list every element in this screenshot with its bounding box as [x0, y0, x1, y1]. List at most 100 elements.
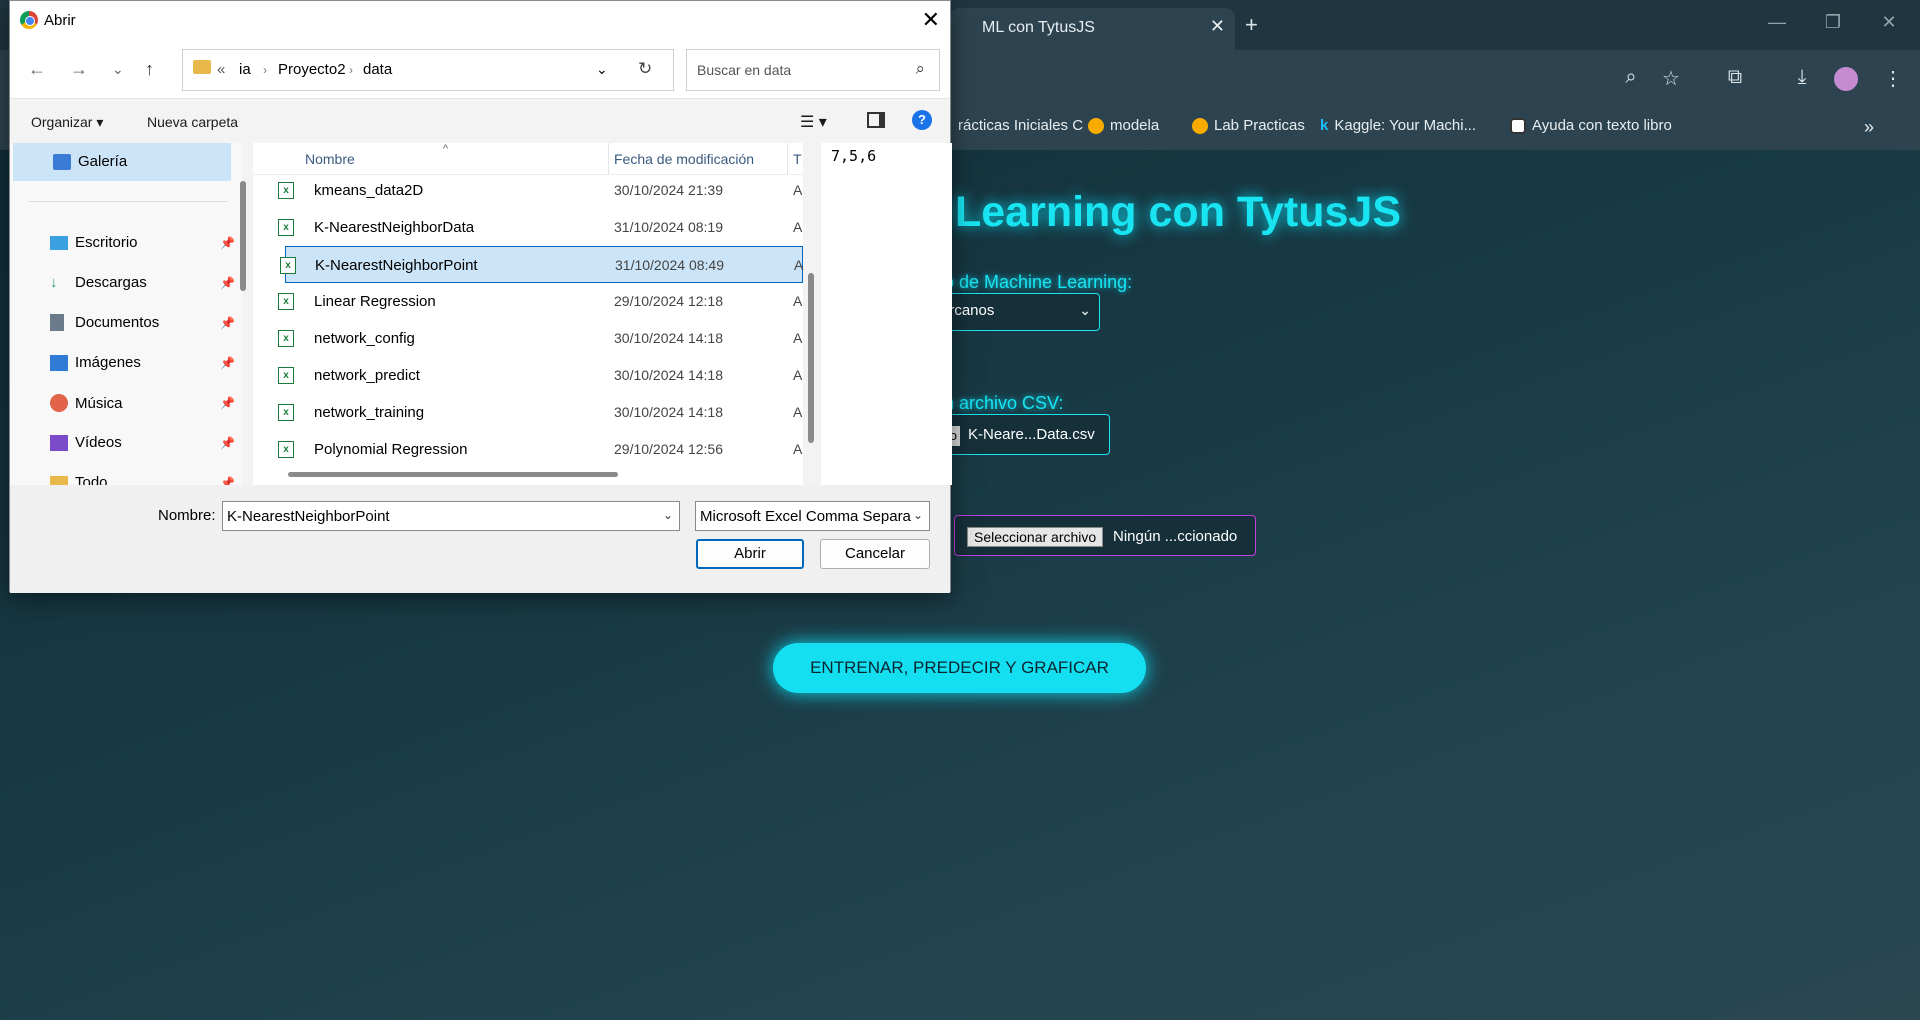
nav-scrollbar[interactable] — [240, 181, 246, 291]
file-row[interactable]: x network_predict 30/10/2024 14:18 A — [253, 357, 803, 394]
file-list: Nombre ^ Fecha de modificación T x kmeans… — [253, 143, 803, 485]
download-icon[interactable]: ⤓ — [1789, 66, 1815, 89]
tab-title: ML con TytusJS — [982, 19, 1095, 36]
file-row[interactable]: x Polynomial Regression 29/10/2024 12:56 A — [253, 431, 803, 468]
dialog-footer: Nombre: K-NearestNeighborPoint ⌄ Microso… — [10, 485, 950, 593]
avatar[interactable] — [1834, 67, 1858, 91]
bookmark-item[interactable]: modela — [1088, 117, 1159, 134]
excel-file-icon: x — [278, 404, 294, 421]
pin-icon[interactable]: 📌 — [220, 316, 235, 330]
csv-file-input[interactable]: o K-Neare...Data.csv — [935, 414, 1110, 455]
documents-icon — [50, 314, 64, 331]
algo-label: o de Machine Learning: — [944, 272, 1133, 292]
vertical-scrollbar[interactable] — [808, 273, 814, 443]
forward-icon[interactable]: → — [70, 59, 88, 80]
chevron-down-icon: ⌄ — [1079, 302, 1091, 318]
pin-icon[interactable]: 📌 — [220, 236, 235, 250]
file-row[interactable]: x K-NearestNeighborData 31/10/2024 08:19 A — [253, 209, 803, 246]
close-tab-icon[interactable]: ✕ — [1210, 16, 1225, 37]
more-bookmarks-icon[interactable]: » — [1864, 117, 1874, 138]
help-icon[interactable]: ? — [912, 110, 932, 130]
train-predict-plot-button[interactable]: ENTRENAR, PREDECIR Y GRAFICAR — [773, 643, 1146, 693]
chevron-right-icon: › — [263, 63, 267, 77]
chevron-down-icon[interactable]: ⌄ — [663, 508, 673, 522]
new-folder-button[interactable]: Nueva carpeta — [147, 114, 238, 130]
file-row[interactable]: x kmeans_data2D 30/10/2024 21:39 A — [253, 172, 803, 209]
chevron-down-icon[interactable]: ⌄ — [596, 61, 608, 78]
file-type-value: Microsoft Excel Comma Separa — [700, 508, 911, 525]
algorithm-select[interactable]: ercanos ⌄ — [930, 293, 1100, 331]
nav-item-gallery[interactable]: Galería — [53, 153, 238, 170]
column-type[interactable]: T — [793, 151, 802, 167]
preview-pane-icon[interactable] — [867, 112, 885, 128]
point-choose-button[interactable]: Seleccionar archivo — [967, 527, 1104, 547]
restore-icon[interactable]: ❐ — [1818, 12, 1848, 33]
csv-file-name: K-Neare...Data.csv — [968, 426, 1095, 443]
search-input[interactable]: Buscar en data ⌕ — [686, 49, 940, 91]
cancel-button[interactable]: Cancelar — [820, 539, 930, 569]
bookmark-item[interactable]: Ayuda con texto libro — [1510, 117, 1672, 134]
back-icon[interactable]: ← — [28, 59, 46, 80]
dialog-command-bar: Organizar ▾ Nueva carpeta ☰ ▾ ? — [10, 99, 950, 143]
horizontal-scrollbar[interactable] — [288, 472, 618, 477]
divider — [28, 201, 228, 202]
open-file-dialog: Abrir ✕ ← → ⌄ ↑ « ia › Proyecto2 › data … — [9, 0, 952, 593]
breadcrumb[interactable]: « ia › Proyecto2 › data ⌄ ↻ — [182, 49, 674, 91]
point-file-input[interactable]: Seleccionar archivo Ningún ...ccionado — [954, 515, 1256, 556]
file-name-input[interactable]: K-NearestNeighborPoint ⌄ — [222, 501, 680, 531]
bookmark-item[interactable]: rácticas Iniciales C — [958, 117, 1083, 134]
pin-icon[interactable]: 📌 — [220, 356, 235, 370]
column-name[interactable]: Nombre — [305, 151, 355, 167]
nav-item-images[interactable]: Imágenes 📌 — [50, 354, 235, 371]
view-options-icon[interactable]: ☰ ▾ — [800, 112, 827, 132]
nav-item-videos[interactable]: Vídeos 📌 — [50, 434, 235, 451]
new-tab-icon[interactable]: + — [1245, 12, 1258, 38]
pin-icon[interactable]: 📌 — [220, 276, 235, 290]
nav-item-desktop[interactable]: Escritorio 📌 — [50, 234, 235, 251]
desktop-icon — [50, 235, 68, 250]
chrome-logo-icon — [20, 11, 38, 29]
pin-icon[interactable]: 📌 — [220, 396, 235, 410]
browser-tab[interactable]: ML con TytusJS ✕ — [950, 8, 1235, 50]
bookmark-star-icon[interactable]: ☆ — [1658, 66, 1684, 91]
close-icon[interactable]: ✕ — [922, 7, 940, 33]
breadcrumb-item[interactable]: data — [363, 61, 392, 78]
refresh-icon[interactable]: ↻ — [638, 59, 652, 79]
csv-label: n archivo CSV: — [944, 393, 1064, 413]
file-type-select[interactable]: Microsoft Excel Comma Separa ⌄ — [695, 501, 930, 531]
recent-chevron-icon[interactable]: ⌄ — [112, 61, 124, 78]
zoom-icon[interactable]: ⌕ — [1618, 66, 1644, 89]
colab-icon — [1192, 117, 1208, 134]
column-date[interactable]: Fecha de modificación — [614, 151, 754, 167]
pin-icon[interactable]: 📌 — [220, 436, 235, 450]
excel-file-icon: x — [278, 182, 294, 199]
breadcrumb-item[interactable]: Proyecto2 — [278, 61, 346, 78]
preview-pane: 7,5,6 — [821, 143, 952, 485]
nav-item-downloads[interactable]: ↓ Descargas 📌 — [50, 274, 235, 291]
minimize-icon[interactable]: — — [1762, 12, 1792, 33]
open-button[interactable]: Abrir — [696, 539, 804, 569]
file-row[interactable]: x network_config 30/10/2024 14:18 A — [253, 320, 803, 357]
close-window-icon[interactable]: ✕ — [1874, 12, 1904, 33]
file-row-selected[interactable]: x K-NearestNeighborPoint 31/10/2024 08:49 A — [280, 246, 803, 283]
images-icon — [50, 354, 68, 371]
folder-icon — [193, 60, 211, 74]
breadcrumb-overflow[interactable]: « — [217, 61, 225, 78]
file-list-header: Nombre ^ Fecha de modificación T — [253, 143, 803, 175]
organize-button[interactable]: Organizar ▾ — [31, 114, 103, 131]
breadcrumb-item[interactable]: ia — [239, 61, 251, 78]
extensions-icon[interactable]: ⧉ — [1722, 66, 1748, 89]
up-icon[interactable]: ↑ — [145, 59, 154, 80]
bookmark-item[interactable]: Lab Practicas — [1192, 117, 1305, 134]
menu-icon[interactable]: ⋮ — [1880, 66, 1906, 91]
bookmark-item[interactable]: k Kaggle: Your Machi... — [1320, 117, 1476, 134]
kaggle-icon: k — [1320, 117, 1329, 134]
file-row[interactable]: x network_training 30/10/2024 14:18 A — [253, 394, 803, 431]
excel-file-icon: x — [278, 219, 294, 236]
file-row[interactable]: x Linear Regression 29/10/2024 12:18 A — [253, 283, 803, 320]
dialog-nav-row: ← → ⌄ ↑ « ia › Proyecto2 › data ⌄ ↻ Busc… — [10, 39, 950, 99]
point-file-name: Ningún ...ccionado — [1113, 528, 1238, 545]
dialog-title: Abrir — [44, 12, 76, 29]
nav-item-music[interactable]: Música 📌 — [50, 394, 235, 412]
nav-item-documents[interactable]: Documentos 📌 — [50, 314, 235, 331]
